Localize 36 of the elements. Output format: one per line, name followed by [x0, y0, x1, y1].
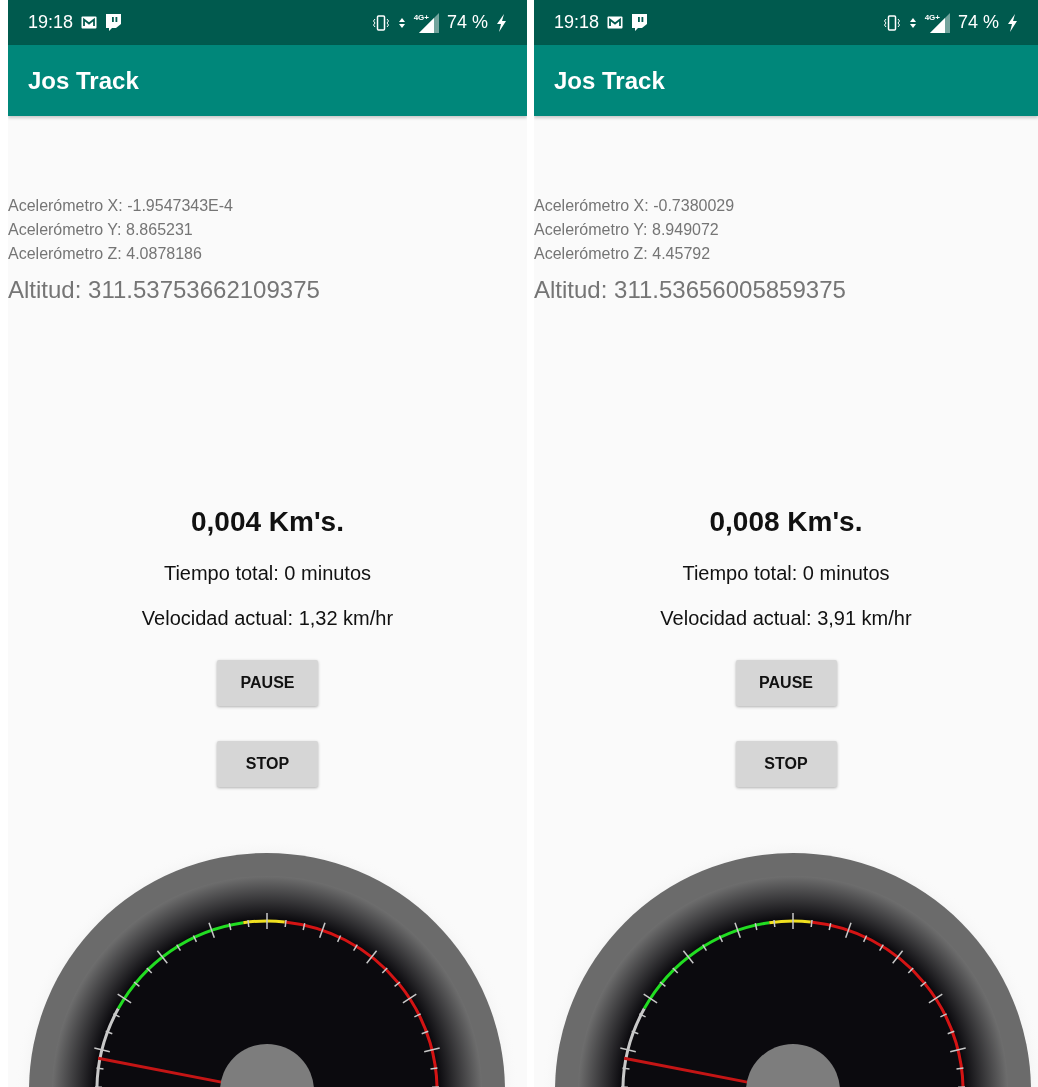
data-arrows-icon	[397, 16, 406, 29]
distance-reading: 0,008 Km's.	[709, 505, 863, 539]
charging-bolt-icon	[1007, 13, 1018, 32]
accelerometer-reading: Acelerómetro Y: 8.865231	[8, 220, 193, 240]
stop-button[interactable]: STOP	[735, 741, 837, 787]
status-time: 19:18	[554, 12, 600, 33]
distance-reading: 0,004 Km's.	[191, 505, 344, 539]
current-speed: Velocidad actual: 1,32 km/hr	[141, 606, 394, 631]
pause-button[interactable]: PAUSE	[735, 660, 837, 706]
charging-bolt-icon	[496, 13, 507, 32]
battery-percent: 74 %	[957, 12, 999, 33]
status-time: 19:18	[28, 12, 74, 33]
vibrate-icon	[882, 14, 901, 31]
mail-icon	[607, 16, 624, 29]
network-type: 4G+	[924, 12, 940, 22]
vibrate-icon	[371, 14, 390, 31]
accelerometer-reading: Acelerómetro Z: 4.45792	[534, 244, 711, 264]
app-title: Jos Track	[28, 66, 139, 95]
altitude-reading: Altitud: 311.53656005859375	[534, 275, 846, 305]
pause-button[interactable]: PAUSE	[217, 660, 318, 706]
accelerometer-reading: Acelerómetro X: -0.7380029	[534, 196, 735, 216]
stop-button[interactable]: STOP	[217, 741, 318, 787]
total-time: Tiempo total: 0 minutos	[163, 561, 372, 586]
total-time: Tiempo total: 0 minutos	[682, 561, 890, 586]
accelerometer-reading: Acelerómetro Z: 4.0878186	[8, 244, 202, 264]
current-speed: Velocidad actual: 3,91 km/hr	[660, 606, 912, 631]
altitude-reading: Altitud: 311.53753662109375	[8, 275, 320, 305]
chat-bubble-icon	[631, 13, 649, 32]
chat-bubble-icon	[105, 13, 123, 32]
accelerometer-reading: Acelerómetro X: -1.9547343E-4	[8, 196, 233, 216]
battery-percent: 74 %	[446, 12, 488, 33]
accelerometer-reading: Acelerómetro Y: 8.949072	[534, 220, 719, 240]
mail-icon	[81, 16, 98, 29]
app-title: Jos Track	[554, 66, 665, 95]
network-type: 4G+	[413, 12, 429, 22]
data-arrows-icon	[908, 16, 917, 29]
